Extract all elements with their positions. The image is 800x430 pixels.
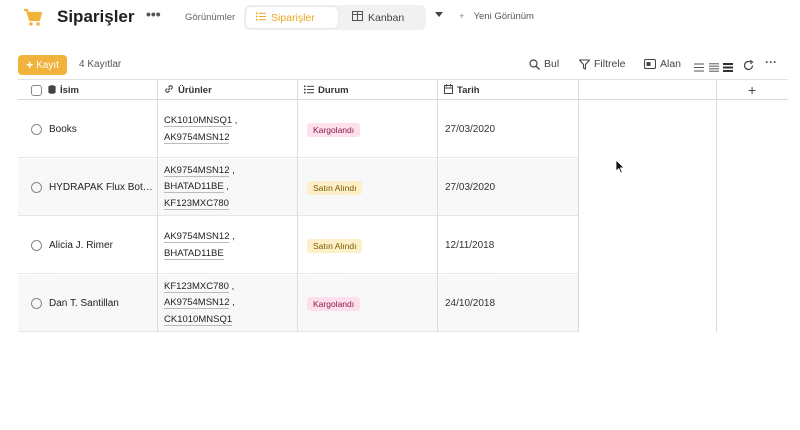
select-all-checkbox[interactable] [31,85,42,96]
row-date[interactable]: 27/03/2020 [445,182,495,193]
toolbar-more-button[interactable]: ··· [765,55,777,69]
views-label: Görünümler [185,12,236,23]
field-icon [644,59,656,69]
list-icon [304,85,314,97]
column-divider [716,79,717,332]
records-table: İsim Ürünler Durum Tarih + Books CK1010M… [18,79,788,332]
column-header-urunler[interactable]: Ürünler [158,80,298,101]
kanban-icon [352,11,363,24]
table-row[interactable]: Alicia J. Rimer AK9754MSN12 , BHATAD11BE… [18,217,579,274]
filter-label: Filtrele [594,58,626,70]
column-label: Durum [318,85,349,96]
column-divider [157,79,158,332]
new-view-button[interactable]: + Yeni Görünüm [459,11,534,22]
add-record-label: Kayıt [36,59,59,71]
plus-icon: + [26,58,34,72]
column-label: Tarih [457,85,480,96]
new-view-label: Yeni Görünüm [473,11,534,22]
table-header-row: İsim Ürünler Durum Tarih + [18,79,788,100]
table-row[interactable]: HYDRAPAK Flux Bott... AK9754MSN12 , BHAT… [18,159,579,216]
add-record-button[interactable]: + Kayıt [18,55,67,75]
tab-label: Siparişler [271,11,315,24]
plus-icon: + [459,11,465,22]
find-button[interactable]: Bul [529,58,559,70]
row-date[interactable]: 27/03/2020 [445,124,495,135]
mouse-cursor-icon [615,159,625,179]
column-divider [437,79,438,332]
row-height-tall-icon[interactable] [723,59,733,77]
table-row[interactable]: Books CK1010MNSQ1 , AK9754MSN12 Kargolan… [18,101,579,158]
tab-kanban[interactable]: Kanban [342,7,422,28]
page-header: Siparişler ••• Görünümler Siparişler Kan… [0,0,800,40]
filter-icon [579,58,590,70]
column-header-tarih[interactable]: Tarih [438,80,579,101]
column-divider [297,79,298,332]
column-label: İsim [60,85,80,96]
record-count: 4 Kayıtlar [79,59,122,70]
row-date[interactable]: 24/10/2018 [445,298,495,309]
column-divider [578,79,579,332]
column-header-durum[interactable]: Durum [298,80,438,101]
filter-button[interactable]: Filtrele [579,58,626,70]
views-dropdown-button[interactable] [435,12,443,17]
page-title: Siparişler [57,7,135,26]
link-icon [164,84,174,97]
list-icon [256,12,266,24]
shopping-cart-icon [22,6,44,28]
calendar-icon [444,84,453,97]
field-label: Alan [660,58,682,70]
tab-label: Kanban [368,11,405,24]
search-icon [529,58,540,70]
view-tabs: Siparişler Kanban [244,5,426,30]
column-label: Ürünler [178,85,212,96]
table-row[interactable]: Dan T. Santillan KF123MXC780 , AK9754MSN… [18,275,579,332]
title-more-button[interactable]: ••• [146,6,161,22]
column-header-isim[interactable]: İsim [42,80,158,101]
toolbar: + Kayıt 4 Kayıtlar Bul Filtrele Alan ··· [0,52,800,78]
add-column-button[interactable]: + [748,82,756,98]
find-label: Bul [544,58,560,70]
row-date[interactable]: 12/11/2018 [445,240,494,251]
primary-field-icon [48,84,56,97]
tab-siparisler[interactable]: Siparişler [246,7,338,28]
refresh-icon[interactable] [743,58,754,76]
row-height-medium-icon[interactable] [709,59,719,77]
row-height-short-icon[interactable] [694,59,704,77]
field-button[interactable]: Alan [644,58,681,70]
